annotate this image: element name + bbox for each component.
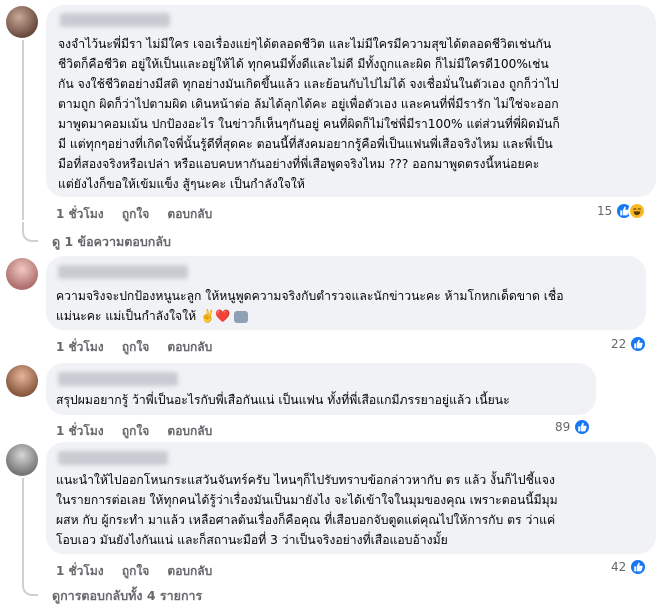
comment-line: ในรายการต่อเลย ให้ทุกคนได้รู้ว่าเรื่องมั… [56,493,558,507]
reaction-count: 89 [555,420,571,434]
like-button[interactable]: ถูกใจ [122,564,149,578]
timestamp[interactable]: 1 ชั่วโมง [56,340,104,354]
comment-line: จงจำไว้นะพี่มีรา ไม่มีใคร เจอเรื่องแย่ๆไ… [58,37,552,51]
author-name[interactable] [60,13,170,27]
timestamp[interactable]: 1 ชั่วโมง [56,564,104,578]
view-replies-link[interactable]: ดู 1 ข้อความตอบกลับ [52,232,171,252]
comment-line: มาพูดมาคอมเม้น ปกป้องอะไร ในข่าวก็เห็นๆก… [58,117,560,131]
avatar[interactable] [6,6,38,38]
comment-line: โอบเอว มันยังไงกันแน่ และก็สถานะมือที่ 3… [56,533,448,547]
reaction-count: 15 [597,204,613,218]
reaction-count: 42 [611,560,627,574]
like-icon [629,335,648,353]
reaction-summary[interactable]: 89 [555,417,592,437]
avatar[interactable] [6,365,38,397]
timestamp[interactable]: 1 ชั่วโมง [56,424,104,438]
author-name[interactable] [58,372,178,386]
comment-actions: 1 ชั่วโมง ถูกใจ ตอบกลับ [56,205,226,224]
reaction-summary[interactable]: 22 [611,334,648,354]
reply-button[interactable]: ตอบกลับ [167,424,212,438]
comment-line: แม่นะคะ แม่เป็นกำลังใจให้ ✌️❤️ [56,306,249,326]
reply-button[interactable]: ตอบกลับ [167,564,212,578]
reaction-count: 22 [611,337,627,351]
reaction-summary[interactable]: 15 [597,201,647,221]
like-button[interactable]: ถูกใจ [122,207,149,221]
comment-line-text: แม่นะคะ แม่เป็นกำลังใจให้ [56,309,197,323]
author-name[interactable] [58,265,188,279]
view-replies-link[interactable]: ดูการตอบกลับทั้ง 4 รายการ [52,586,202,606]
rocket-sticker-icon [234,310,249,323]
comment-line: สรุปผมอยากรู้ ว้าพี่เป็นอะไรกับพี่เสือกั… [56,393,510,407]
comment-actions: 1 ชั่วโมง ถูกใจ ตอบกลับ [56,422,226,441]
comment-actions: 1 ชั่วโมง ถูกใจ ตอบกลับ [56,562,226,581]
avatar[interactable] [6,258,38,290]
reply-button[interactable]: ตอบกลับ [167,207,212,221]
avatar[interactable] [6,444,38,476]
like-icon [573,418,592,436]
reaction-summary[interactable]: 42 [611,557,648,577]
comment-line: มี แต่ทุกๆอย่างที่เกิดใจพี่นั้นรู้ดีที่ส… [58,137,553,151]
reply-button[interactable]: ตอบกลับ [167,340,212,354]
haha-icon [628,202,647,220]
emoji: ✌️❤️ [200,309,231,323]
comment-line: ชีวิตก็คือชีวิต อยู่ให้เป็นและอยู่ให้ได้… [58,57,549,71]
like-icon [629,558,648,576]
reply-connector [22,222,38,242]
comment-line: ตามถูก ผิดก็ว่าไปตามผิด เดินหน้าต่อ ล้มไ… [58,97,559,111]
author-name[interactable] [58,451,168,465]
reply-connector [22,578,38,596]
comment-line: ผสห กับ ผู้กระทำ มาแล้ว เหลือศาลต้นเรื่อ… [56,513,556,527]
comment-line: แต่ยังไงก็ขอให้เข้มแข็ง สู้ๆนะคะ เป็นกำล… [58,177,305,191]
comment-line: มือที่สองจริงหรือเปล่า หรือแอบคบหากันอย่… [58,157,540,171]
comment-actions: 1 ชั่วโมง ถูกใจ ตอบกลับ [56,338,226,357]
timestamp[interactable]: 1 ชั่วโมง [56,207,104,221]
like-button[interactable]: ถูกใจ [122,340,149,354]
comment-line: ความจริงจะปกป้องหนูนะลูก ให้หนูพูดความจร… [56,289,564,303]
comment-line: แนะนำให้ไปออกโหนกระแสวันจันทร์ครับ ไหนๆก… [56,473,555,487]
like-button[interactable]: ถูกใจ [122,424,149,438]
comment-line: กัน จงใช้ชีวิตอย่างมีสติ ทุกอย่างมันเกิด… [58,77,559,91]
